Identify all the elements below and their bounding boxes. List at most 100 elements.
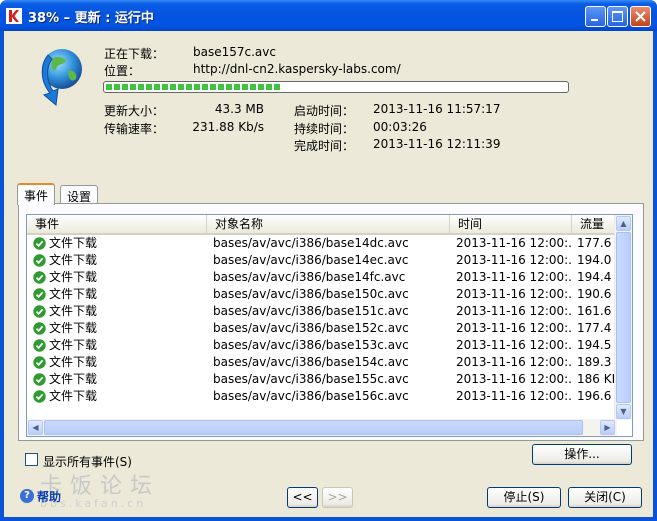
update-size-value: 43.3 MB [214, 102, 264, 116]
help-icon[interactable]: ? [20, 489, 34, 503]
help-link[interactable]: 帮助 [37, 488, 61, 505]
minimize-icon [591, 19, 598, 21]
maximize-icon [612, 11, 623, 22]
table-row[interactable]: 文件下载 bases/av/avc/i386/base155c.avc 2013-1… [27, 371, 619, 388]
column-header-time[interactable]: 时间 [450, 215, 572, 233]
cell-object-name: bases/av/avc/i386/base154c.avc [213, 355, 409, 369]
actions-button[interactable]: 操作... [532, 444, 632, 465]
table-row[interactable]: 文件下载 bases/av/avc/i386/base152c.avc 2013-1… [27, 320, 619, 337]
duration-value: 00:03:26 [373, 120, 427, 134]
transfer-rate-value: 231.88 Kb/s [192, 120, 264, 134]
success-check-icon [33, 254, 46, 267]
cell-object-name: bases/av/avc/i386/base156c.avc [213, 389, 409, 403]
close-window-button[interactable] [630, 6, 651, 27]
events-horizontal-scrollbar[interactable]: ◀ ▶ [27, 419, 617, 436]
stop-button[interactable]: 停止(S) [487, 487, 561, 508]
table-row[interactable]: 文件下载 bases/av/avc/i386/base14dc.avc 2013-1… [27, 235, 619, 252]
cell-time: 2013-11-16 12:00:... [456, 253, 572, 267]
cell-time: 2013-11-16 12:00:... [456, 389, 572, 403]
cell-time: 2013-11-16 12:00:... [456, 287, 572, 301]
downloading-label: 正在下载： [104, 47, 165, 61]
cell-time: 2013-11-16 12:00:... [456, 304, 572, 318]
close-icon [635, 11, 646, 22]
success-check-icon [33, 237, 46, 250]
scroll-down-button[interactable]: ▼ [616, 404, 631, 419]
cell-object-name: bases/av/avc/i386/base151c.avc [213, 304, 409, 318]
finish-time-value: 2013-11-16 12:11:39 [373, 137, 501, 151]
success-check-icon [33, 288, 46, 301]
start-time-label: 启动时间： [294, 104, 355, 118]
cell-time: 2013-11-16 12:00:... [456, 236, 572, 250]
cell-event: 文件下载 [49, 253, 98, 267]
duration-label: 持续时间： [294, 122, 355, 136]
tab-settings[interactable]: 设置 [60, 185, 99, 205]
location-url: http://dnl-cn2.kaspersky-labs.com/ [193, 62, 401, 76]
vertical-scroll-thumb[interactable] [616, 232, 631, 403]
cell-traffic: 196.6 K [577, 389, 619, 403]
table-row[interactable]: 文件下载 bases/av/avc/i386/base14fc.avc 2013-1… [27, 269, 619, 286]
table-row[interactable]: 文件下载 bases/av/avc/i386/base153c.avc 2013-1… [27, 337, 619, 354]
column-header-event[interactable]: 事件 [27, 215, 207, 233]
cell-traffic: 177.4 K [577, 321, 619, 335]
cell-time: 2013-11-16 12:00:... [456, 321, 572, 335]
cell-event: 文件下载 [49, 287, 98, 301]
cell-event: 文件下载 [49, 321, 98, 335]
close-button[interactable]: 关闭(C) [568, 487, 642, 508]
cell-traffic: 190.6 K [577, 287, 619, 301]
scroll-up-button[interactable]: ▲ [616, 216, 631, 231]
start-time-value: 2013-11-16 11:57:17 [373, 102, 501, 116]
tab-events[interactable]: 事件 [17, 183, 56, 205]
table-row[interactable]: 文件下载 bases/av/avc/i386/base150c.avc 2013-1… [27, 286, 619, 303]
cell-event: 文件下载 [49, 355, 98, 369]
table-row[interactable]: 文件下载 bases/av/avc/i386/base156c.avc 2013-1… [27, 388, 619, 405]
cell-traffic: 186 KB [577, 372, 619, 386]
window-client-area: 正在下载： base157c.avc 位置： http://dnl-cn2.ka… [4, 31, 653, 517]
progress-fill [106, 84, 281, 90]
column-header-traffic[interactable]: 流量 [572, 215, 617, 233]
success-check-icon [33, 373, 46, 386]
window-title: 38% – 更新 : 运行中 [28, 11, 154, 26]
cell-object-name: bases/av/avc/i386/base14ec.avc [213, 253, 409, 267]
success-check-icon [33, 356, 46, 369]
cell-event: 文件下载 [49, 304, 98, 318]
table-row[interactable]: 文件下载 bases/av/avc/i386/base151c.avc 2013-1… [27, 303, 619, 320]
events-list[interactable]: 事件 对象名称 时间 流量 文件下载 bases/av/avc/i386/base… [26, 214, 633, 437]
cell-event: 文件下载 [49, 236, 98, 250]
downloading-file: base157c.avc [193, 45, 276, 59]
cell-event: 文件下载 [49, 338, 98, 352]
transfer-rate-label: 传输速率： [104, 122, 165, 136]
finish-time-label: 完成时间： [294, 139, 355, 153]
success-check-icon [33, 322, 46, 335]
previous-button[interactable]: << [287, 487, 318, 508]
scroll-left-button[interactable]: ◀ [28, 420, 43, 435]
horizontal-scroll-thumb[interactable] [44, 420, 583, 435]
scroll-right-button[interactable]: ▶ [600, 420, 615, 435]
title-bar[interactable]: 38% – 更新 : 运行中 [0, 0, 657, 31]
success-check-icon [33, 390, 46, 403]
maximize-button[interactable] [607, 6, 628, 27]
update-size-label: 更新大小： [104, 104, 165, 118]
location-label: 位置： [104, 64, 141, 78]
cell-object-name: bases/av/avc/i386/base155c.avc [213, 372, 409, 386]
table-row[interactable]: 文件下载 bases/av/avc/i386/base154c.avc 2013-1… [27, 354, 619, 371]
table-row[interactable]: 文件下载 bases/av/avc/i386/base14ec.avc 2013-1… [27, 252, 619, 269]
next-button[interactable]: >> [322, 487, 353, 508]
minimize-button[interactable] [585, 6, 606, 27]
column-header-object[interactable]: 对象名称 [207, 215, 450, 233]
show-all-events-label[interactable]: 显示所有事件(S) [43, 453, 132, 470]
success-check-icon [33, 271, 46, 284]
events-vertical-scrollbar[interactable]: ▲ ▼ [614, 215, 632, 420]
cell-event: 文件下载 [49, 389, 98, 403]
cell-traffic: 194.0 K [577, 253, 619, 267]
success-check-icon [33, 339, 46, 352]
success-check-icon [33, 305, 46, 318]
cell-traffic: 161.6 K [577, 304, 619, 318]
cell-object-name: bases/av/avc/i386/base153c.avc [213, 338, 409, 352]
show-all-events-checkbox[interactable] [25, 453, 38, 466]
cell-object-name: bases/av/avc/i386/base152c.avc [213, 321, 409, 335]
cell-time: 2013-11-16 12:00:... [456, 355, 572, 369]
cell-traffic: 194.5 K [577, 338, 619, 352]
cell-time: 2013-11-16 12:00:... [456, 338, 572, 352]
cell-event: 文件下载 [49, 372, 98, 386]
cell-traffic: 189.3 K [577, 355, 619, 369]
